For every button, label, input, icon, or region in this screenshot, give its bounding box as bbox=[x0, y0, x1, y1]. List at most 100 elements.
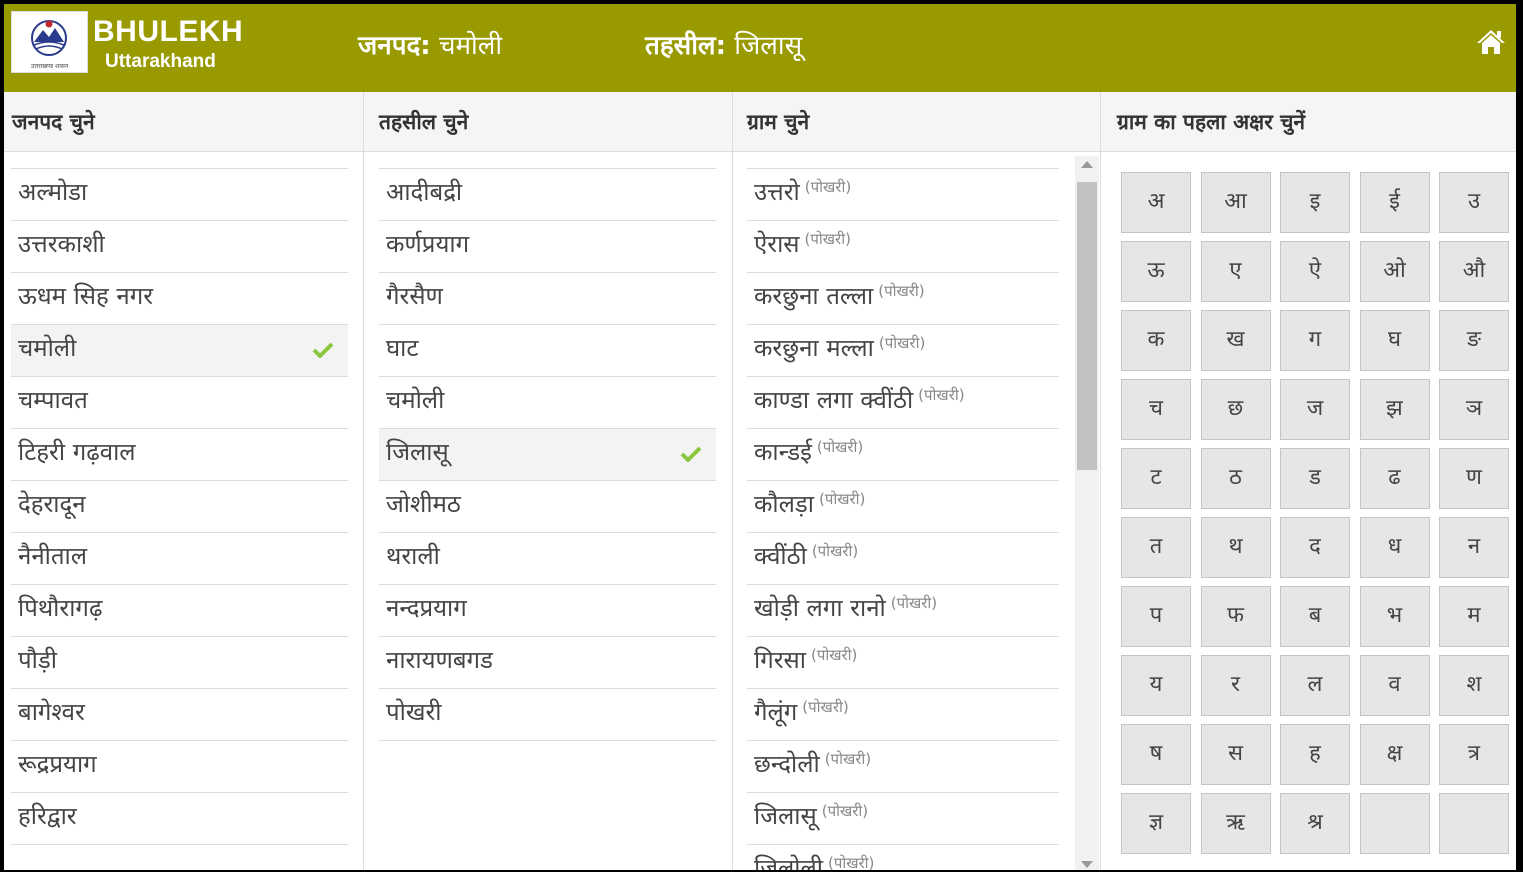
letter-key[interactable]: ज bbox=[1280, 379, 1350, 440]
letter-key[interactable]: द bbox=[1280, 517, 1350, 578]
district-item[interactable]: देहरादून bbox=[11, 481, 348, 533]
letter-key[interactable]: ऋ bbox=[1200, 793, 1271, 854]
tehsil-item[interactable]: नारायणबगड bbox=[379, 637, 716, 689]
letter-key[interactable]: त्र bbox=[1439, 724, 1509, 785]
letter-key[interactable]: इ bbox=[1280, 172, 1350, 233]
letter-key[interactable]: ट bbox=[1121, 448, 1191, 509]
district-item[interactable]: नैनीताल bbox=[11, 533, 348, 585]
letter-key[interactable]: ल bbox=[1280, 655, 1350, 716]
tehsil-item-label: आदीबद्री bbox=[386, 178, 463, 206]
district-item[interactable]: बागेश्वर bbox=[11, 689, 348, 741]
village-item[interactable]: खोड़ी लगा रानो (पोखरी) bbox=[747, 585, 1059, 637]
letter-key[interactable]: न bbox=[1439, 517, 1509, 578]
village-scrollbar[interactable] bbox=[1075, 156, 1099, 870]
district-item[interactable]: ऊधम सिह नगर bbox=[11, 273, 348, 325]
letter-key[interactable]: औ bbox=[1439, 241, 1509, 302]
tehsil-item[interactable]: थराली bbox=[379, 533, 716, 585]
letter-key[interactable]: क्ष bbox=[1359, 724, 1430, 785]
letter-key[interactable]: थ bbox=[1200, 517, 1271, 578]
scroll-up-arrow-icon[interactable] bbox=[1081, 161, 1093, 168]
district-item[interactable]: पौड़ी bbox=[11, 637, 348, 689]
village-item[interactable]: करछुना मल्ला (पोखरी) bbox=[747, 325, 1059, 377]
letter-key[interactable]: भ bbox=[1359, 586, 1430, 647]
tehsil-heading: तहसील चुने bbox=[364, 92, 732, 152]
village-item[interactable]: जिलासू (पोखरी) bbox=[747, 793, 1059, 845]
letter-key[interactable]: श bbox=[1439, 655, 1509, 716]
letter-key[interactable]: व bbox=[1359, 655, 1430, 716]
district-item[interactable]: अल्मोडा bbox=[11, 169, 348, 221]
letter-key[interactable]: ञ bbox=[1439, 379, 1509, 440]
tehsil-item-label: कर्णप्रयाग bbox=[386, 230, 470, 258]
village-item[interactable]: गिरसा (पोखरी) bbox=[747, 637, 1059, 689]
letter-key[interactable]: ख bbox=[1200, 310, 1271, 371]
tehsil-list: आदीबद्री कर्णप्रयाग गैरसैण घाट चमोली जिलासू जो… bbox=[379, 168, 716, 741]
letter-key[interactable]: श्र bbox=[1280, 793, 1350, 854]
village-item[interactable]: कौलड़ा (पोखरी) bbox=[747, 481, 1059, 533]
village-name: गिरसा bbox=[754, 646, 806, 674]
tehsil-item[interactable]: जिलासू bbox=[379, 429, 716, 481]
home-icon[interactable] bbox=[1476, 28, 1506, 56]
village-item[interactable]: ऐरास (पोखरी) bbox=[747, 221, 1059, 273]
letter-key[interactable]: त bbox=[1121, 517, 1191, 578]
letter-key[interactable]: उ bbox=[1439, 172, 1509, 233]
village-item[interactable]: काण्डा लगा क्वींठी (पोखरी) bbox=[747, 377, 1059, 429]
letter-key[interactable]: ए bbox=[1200, 241, 1271, 302]
letter-key[interactable]: घ bbox=[1359, 310, 1430, 371]
district-item[interactable]: उत्तरकाशी bbox=[11, 221, 348, 273]
village-item[interactable]: क्वींठी (पोखरी) bbox=[747, 533, 1059, 585]
letter-key[interactable]: ऐ bbox=[1280, 241, 1350, 302]
scrollbar-thumb[interactable] bbox=[1077, 182, 1097, 470]
tehsil-item[interactable]: नन्दप्रयाग bbox=[379, 585, 716, 637]
village-item[interactable]: करछुना तल्ला (पोखरी) bbox=[747, 273, 1059, 325]
tehsil-item[interactable]: घाट bbox=[379, 325, 716, 377]
tehsil-item[interactable]: आदीबद्री bbox=[379, 169, 716, 221]
tehsil-item[interactable]: कर्णप्रयाग bbox=[379, 221, 716, 273]
letter-key[interactable]: ह bbox=[1280, 724, 1350, 785]
letter-key[interactable]: आ bbox=[1200, 172, 1271, 233]
village-item[interactable]: उत्तरो (पोखरी) bbox=[747, 169, 1059, 221]
tehsil-item[interactable]: पोखरी bbox=[379, 689, 716, 741]
district-item[interactable]: चम्पावत bbox=[11, 377, 348, 429]
letter-key[interactable]: ग bbox=[1280, 310, 1350, 371]
tehsil-item[interactable]: चमोली bbox=[379, 377, 716, 429]
district-item[interactable]: चमोली bbox=[11, 325, 348, 377]
letter-key[interactable]: ष bbox=[1121, 724, 1191, 785]
letter-key[interactable]: फ bbox=[1200, 586, 1271, 647]
letter-key[interactable]: ड bbox=[1280, 448, 1350, 509]
letter-key[interactable]: ऊ bbox=[1121, 241, 1191, 302]
letter-key[interactable]: ज्ञ bbox=[1121, 793, 1191, 854]
village-tehsil-tag: (पोखरी) bbox=[804, 178, 852, 196]
village-item[interactable]: कान्डई (पोखरी) bbox=[747, 429, 1059, 481]
letter-key[interactable]: म bbox=[1439, 586, 1509, 647]
letter-key[interactable] bbox=[1359, 793, 1430, 854]
district-item[interactable]: हरिद्वार bbox=[11, 793, 348, 845]
letter-key[interactable]: ण bbox=[1439, 448, 1509, 509]
letter-key[interactable]: अ bbox=[1121, 172, 1191, 233]
letter-key[interactable]: स bbox=[1200, 724, 1271, 785]
letter-key[interactable]: ब bbox=[1280, 586, 1350, 647]
village-item[interactable]: छन्दोली (पोखरी) bbox=[747, 741, 1059, 793]
letter-key[interactable]: ई bbox=[1359, 172, 1430, 233]
letter-key[interactable]: च bbox=[1121, 379, 1191, 440]
letter-key[interactable]: र bbox=[1200, 655, 1271, 716]
letter-key[interactable]: क bbox=[1121, 310, 1191, 371]
village-item[interactable]: जिलोली (पोखरी) bbox=[747, 845, 1059, 870]
district-item[interactable]: रूद्रप्रयाग bbox=[11, 741, 348, 793]
letter-key[interactable]: ङ bbox=[1439, 310, 1509, 371]
village-item[interactable]: गैलूंग (पोखरी) bbox=[747, 689, 1059, 741]
tehsil-item[interactable]: जोशीमठ bbox=[379, 481, 716, 533]
district-item[interactable]: पिथौरागढ़ bbox=[11, 585, 348, 637]
district-item[interactable]: टिहरी गढ़वाल bbox=[11, 429, 348, 481]
scroll-down-arrow-icon[interactable] bbox=[1081, 861, 1093, 868]
village-tehsil-tag: (पोखरी) bbox=[918, 386, 965, 404]
letter-key[interactable]: ढ bbox=[1359, 448, 1430, 509]
letter-key[interactable]: प bbox=[1121, 586, 1191, 647]
letter-key[interactable]: झ bbox=[1359, 379, 1430, 440]
letter-key[interactable]: छ bbox=[1200, 379, 1271, 440]
letter-key[interactable] bbox=[1439, 793, 1509, 854]
tehsil-item[interactable]: गैरसैण bbox=[379, 273, 716, 325]
letter-key[interactable]: ठ bbox=[1200, 448, 1271, 509]
letter-key[interactable]: ध bbox=[1359, 517, 1430, 578]
letter-key[interactable]: ओ bbox=[1359, 241, 1430, 302]
letter-key[interactable]: य bbox=[1121, 655, 1191, 716]
